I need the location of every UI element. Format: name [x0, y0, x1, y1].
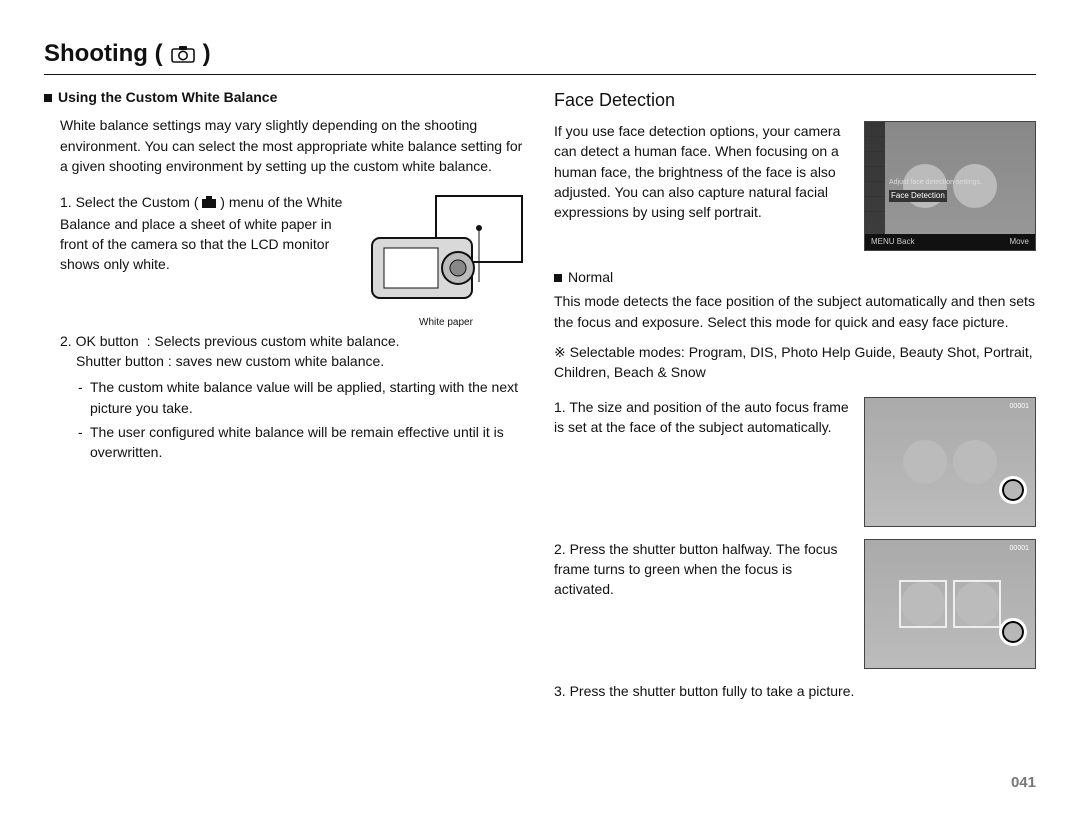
left-subhead-text: Using the Custom White Balance — [58, 89, 277, 105]
step2-desc: : Selects previous custom white balance. — [147, 331, 400, 351]
lcd-move: Move — [1009, 236, 1029, 248]
bullet-square-icon — [44, 94, 52, 102]
manual-page: Shooting ( ) Using the Custom White Bala… — [0, 0, 1080, 815]
lcd-back: MENU Back — [871, 236, 915, 248]
page-number: 041 — [1011, 774, 1036, 791]
left-intro: White balance settings may vary slightly… — [60, 115, 526, 176]
mode-ring-icon — [999, 476, 1027, 504]
bullet-square-icon — [554, 274, 562, 282]
focus-frame-icon — [953, 580, 1001, 628]
fd-step2: 2. Press the shutter button halfway. The… — [554, 539, 852, 600]
normal-subhead: Normal — [554, 267, 1036, 287]
title-suffix: ) — [203, 40, 211, 68]
left-subhead: Using the Custom White Balance — [44, 87, 526, 107]
fd-step1-row: 1. The size and position of the auto foc… — [554, 397, 1036, 539]
face-detection-heading: Face Detection — [554, 87, 1036, 113]
note-2: The user configured white balance will b… — [90, 422, 526, 463]
fd-intro: If you use face detection options, your … — [554, 121, 852, 222]
custom-wb-icon — [202, 193, 216, 213]
focus-frame-icon — [899, 580, 947, 628]
fd-step2-row: 2. Press the shutter button halfway. The… — [554, 539, 1036, 681]
camera-lcd-menu: Adjust face detection settings. Face Det… — [864, 121, 1036, 251]
camera-lcd-autofocus: 00001 — [864, 397, 1036, 527]
normal-label: Normal — [568, 269, 613, 285]
left-column: Using the Custom White Balance White bal… — [44, 87, 526, 701]
right-column: Face Detection If you use face detection… — [554, 87, 1036, 701]
camera-paper-icon — [366, 192, 526, 312]
lcd-option: Face Detection — [889, 190, 947, 202]
step2-text: 2. OK button : Selects previous custom w… — [60, 331, 526, 351]
fd-step3-text: Press the shutter button fully to take a… — [570, 683, 855, 699]
normal-desc: This mode detects the face position of t… — [554, 291, 1036, 332]
figure-caption: White paper — [419, 316, 473, 331]
selectable-modes: ※ Selectable modes: Program, DIS, Photo … — [554, 342, 1036, 383]
modes-label: ※ Selectable modes: — [554, 344, 685, 360]
step2-lead: OK button — [76, 333, 139, 349]
left-notes: The custom white balance value will be a… — [76, 377, 526, 462]
note-1: The custom white balance value will be a… — [90, 377, 526, 418]
page-title: Shooting ( ) — [44, 40, 1036, 75]
shutter-line: Shutter button : saves new custom white … — [76, 351, 526, 371]
lcd-hint: Adjust face detection settings. — [889, 178, 982, 188]
fd-step1-text: The size and position of the auto focus … — [554, 399, 849, 435]
fd-intro-row: If you use face detection options, your … — [554, 121, 1036, 263]
mode-ring-icon — [999, 618, 1027, 646]
camera-icon — [171, 45, 195, 63]
columns: Using the Custom White Balance White bal… — [44, 87, 1036, 701]
white-paper-figure: White paper — [366, 192, 526, 331]
fd-step2-text: Press the shutter button halfway. The fo… — [554, 541, 838, 598]
step1-a: Select the Custom ( — [76, 194, 199, 210]
fd-step3: 3. Press the shutter button fully to tak… — [554, 681, 1036, 701]
camera-lcd-focuslock: 00001 — [864, 539, 1036, 669]
step1-text: 1. Select the Custom ( ) menu of the Whi… — [60, 192, 354, 274]
title-text: Shooting ( — [44, 40, 163, 68]
step1-row: 1. Select the Custom ( ) menu of the Whi… — [60, 192, 526, 331]
fd-step1: 1. The size and position of the auto foc… — [554, 397, 852, 438]
